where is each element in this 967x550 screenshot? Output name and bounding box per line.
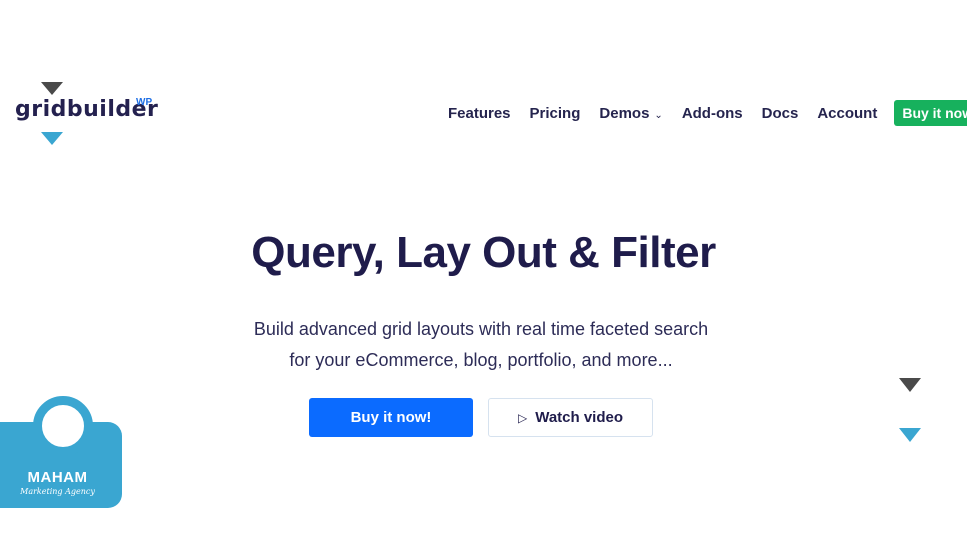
watch-video-label: Watch video — [535, 409, 624, 426]
nav-features[interactable]: Features — [448, 105, 511, 122]
buy-now-button[interactable]: Buy it now! — [309, 398, 473, 437]
nav-account[interactable]: Account — [817, 105, 877, 122]
nav-demos[interactable]: Demos ⌄ — [599, 105, 662, 122]
chevron-down-icon: ⌄ — [654, 109, 663, 121]
nav-pricing[interactable]: Pricing — [530, 105, 581, 122]
nav-addons[interactable]: Add-ons — [682, 105, 743, 122]
brand-suffix: WP — [136, 97, 153, 108]
triangle-blue-icon — [41, 132, 63, 145]
nav-docs[interactable]: Docs — [762, 105, 799, 122]
watermark-badge: MAHAM Marketing Agency — [0, 396, 122, 508]
play-icon: ▷ — [517, 410, 528, 425]
triangle-gray-icon — [41, 82, 63, 95]
hero-subtitle: Build advanced grid layouts with real ti… — [0, 314, 962, 376]
watermark-name: MAHAM — [27, 469, 88, 486]
main-nav: Features Pricing Demos ⌄ Add-ons Docs Acc… — [448, 100, 967, 126]
triangle-gray-icon — [899, 378, 921, 392]
nav-demos-label: Demos — [599, 104, 650, 122]
watermark-tagline: Marketing Agency — [20, 487, 95, 496]
triangle-blue-icon — [899, 428, 921, 442]
hero-subtitle-line2: for your eCommerce, blog, portfolio, and… — [289, 350, 673, 370]
nav-buy-button[interactable]: Buy it now — [894, 100, 967, 126]
hero-title: Query, Lay Out & Filter — [251, 228, 716, 277]
watermark-logo-icon — [33, 396, 93, 456]
watch-video-button[interactable]: ▷ Watch video — [488, 398, 653, 437]
hero-subtitle-line1: Build advanced grid layouts with real ti… — [253, 319, 709, 339]
